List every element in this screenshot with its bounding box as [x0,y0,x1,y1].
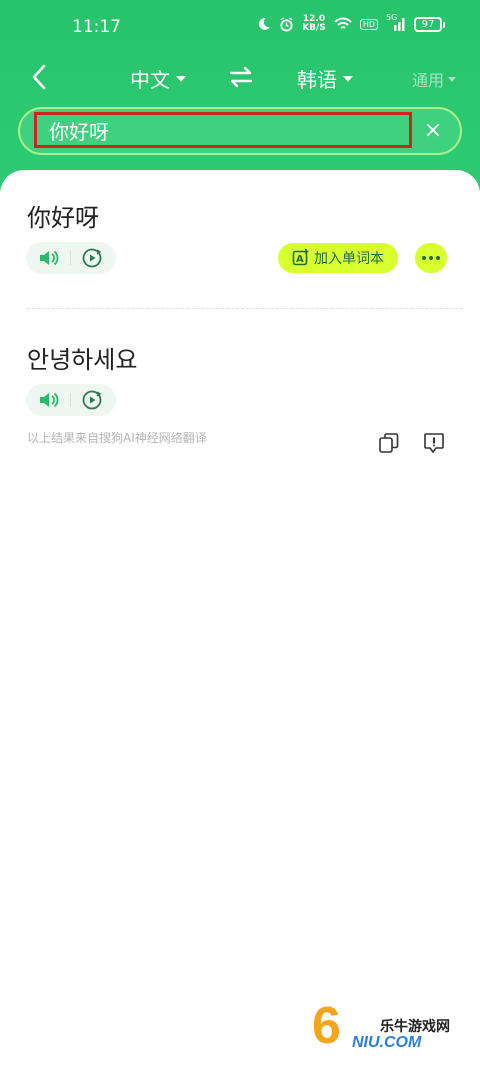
battery-indicator: 97 [414,16,445,32]
add-to-wordbook-label: 加入单词本 [314,251,384,267]
caret-down-icon [176,75,186,82]
caret-down-icon [448,76,457,82]
watermark-logo: 6 乐牛游戏网 NIU.COM [312,996,462,1055]
svg-text:A: A [296,254,304,265]
search-bar: × [18,107,462,155]
add-to-wordbook-button[interactable]: A 加入单词本 [278,243,398,273]
target-language-label: 韩语 [297,68,337,92]
dot-icon [429,256,433,260]
wifi-icon [334,17,352,29]
mode-label: 通用 [412,71,445,90]
source-language-label: 中文 [130,68,170,92]
translation-audio-controls [26,384,116,416]
source-language-selector[interactable]: 中文 [130,64,186,93]
source-text: 你好呀 [27,204,99,232]
watermark-en: NIU.COM [352,1034,422,1051]
network-speed: 12.0 KB/S [302,14,326,33]
status-time: 11:17 [72,17,121,37]
signal-icon: 5G [386,13,406,31]
caret-down-icon [343,75,353,82]
status-icons: 12.0 KB/S HD 5G 97 [257,13,445,33]
speaker-icon[interactable] [38,391,60,409]
dot-icon [422,256,426,260]
translated-text: 안녕하세요 [27,346,138,374]
more-options-button[interactable] [415,243,447,273]
add-word-icon: A [292,249,309,266]
divider [27,308,463,309]
result-card: 你好呀 A 加入单词本 안녕하세요 以上结果来自搜狗AI神经网络翻译 [0,170,480,1072]
target-language-selector[interactable]: 韩语 [297,64,353,93]
moon-icon [259,17,271,30]
source-audio-controls [26,242,116,274]
back-button[interactable] [26,60,56,94]
separator [70,251,71,265]
watermark-cn: 乐牛游戏网 [380,1019,450,1035]
report-icon[interactable] [423,431,445,455]
clear-button[interactable]: × [422,120,444,142]
hd-icon: HD [359,18,378,30]
replay-icon[interactable] [81,247,103,269]
swap-languages-button[interactable] [228,64,254,90]
alarm-icon [280,16,293,32]
translation-mode-selector[interactable]: 通用 [412,67,457,91]
replay-icon[interactable] [81,389,103,411]
translation-source-note: 以上结果来自搜狗AI神经网络翻译 [27,431,207,445]
watermark-digit: 6 [312,997,341,1055]
speaker-icon[interactable] [38,249,60,267]
search-input[interactable] [34,112,412,148]
separator [70,393,71,407]
copy-icon[interactable] [378,432,400,454]
dot-icon [436,256,440,260]
